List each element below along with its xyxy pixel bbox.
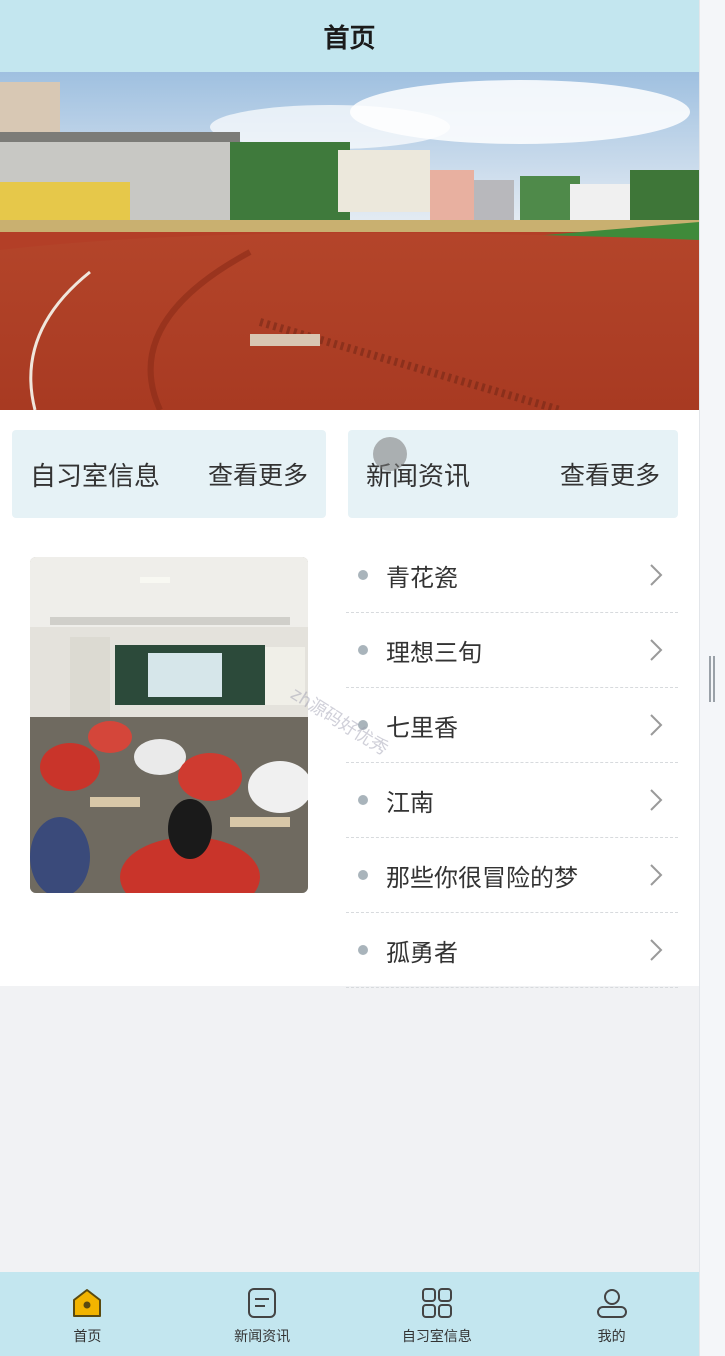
tab-label: 首页 — [73, 1329, 102, 1345]
chevron-right-icon — [650, 639, 663, 661]
tab-home[interactable]: 首页 — [0, 1272, 175, 1356]
news-item-title: 孤勇者 — [386, 938, 458, 967]
list-item[interactable]: 理想三旬 — [346, 613, 678, 688]
user-icon — [596, 1289, 627, 1318]
news-item-title: 七里香 — [386, 713, 458, 742]
news-list: 青花瓷 理想三旬 七里香 江南 那些你很冒险的梦 孤勇者 — [346, 538, 678, 988]
touch-indicator — [373, 437, 407, 471]
bullet-icon — [358, 870, 368, 880]
chevron-right-icon — [650, 864, 663, 886]
classroom-image — [30, 557, 308, 893]
resize-handle[interactable] — [709, 656, 715, 702]
stadium-photo — [0, 72, 699, 410]
tab-label: 自习室信息 — [401, 1329, 472, 1345]
bullet-icon — [358, 570, 368, 580]
bullet-icon — [358, 945, 368, 955]
app-screen: 首页 自习室信息 查看更多 新闻资讯 查看更多 青花瓷 理想三旬 七里香 江南 … — [0, 0, 699, 1356]
news-item-title: 理想三旬 — [386, 638, 482, 667]
news-item-title: 青花瓷 — [386, 563, 458, 592]
study-room-more-link[interactable]: 查看更多 — [208, 456, 308, 492]
list-item[interactable]: 江南 — [346, 763, 678, 838]
tab-news[interactable]: 新闻资讯 — [175, 1272, 350, 1356]
study-room-photo[interactable] — [30, 557, 308, 893]
content-area: 自习室信息 查看更多 新闻资讯 查看更多 青花瓷 理想三旬 七里香 江南 那些你… — [0, 410, 699, 988]
bottom-tabbar: 首页 新闻资讯 自习室信息 我的 — [0, 1272, 699, 1356]
study-room-header: 自习室信息 查看更多 — [12, 430, 326, 518]
chevron-right-icon — [650, 789, 663, 811]
list-item[interactable]: 七里香 — [346, 688, 678, 763]
page-title: 首页 — [323, 23, 376, 54]
grid-icon — [421, 1288, 452, 1318]
tab-study-room[interactable]: 自习室信息 — [350, 1272, 525, 1356]
bullet-icon — [358, 645, 368, 655]
bullet-icon — [358, 795, 368, 805]
home-icon — [73, 1289, 102, 1317]
chevron-right-icon — [650, 564, 663, 586]
list-item[interactable]: 那些你很冒险的梦 — [346, 838, 678, 913]
tab-profile[interactable]: 我的 — [524, 1272, 699, 1356]
news-icon — [248, 1288, 277, 1318]
tab-label: 我的 — [597, 1329, 626, 1345]
top-navbar: 首页 — [0, 0, 699, 72]
study-room-title: 自习室信息 — [30, 461, 161, 492]
news-more-link[interactable]: 查看更多 — [560, 456, 660, 492]
banner-image[interactable] — [0, 72, 699, 410]
news-item-title: 江南 — [386, 788, 434, 817]
chevron-right-icon — [650, 939, 663, 961]
chevron-right-icon — [650, 714, 663, 736]
list-item[interactable]: 孤勇者 — [346, 913, 678, 988]
list-item[interactable]: 青花瓷 — [346, 538, 678, 613]
news-item-title: 那些你很冒险的梦 — [386, 863, 578, 892]
tab-label: 新闻资讯 — [234, 1329, 291, 1345]
